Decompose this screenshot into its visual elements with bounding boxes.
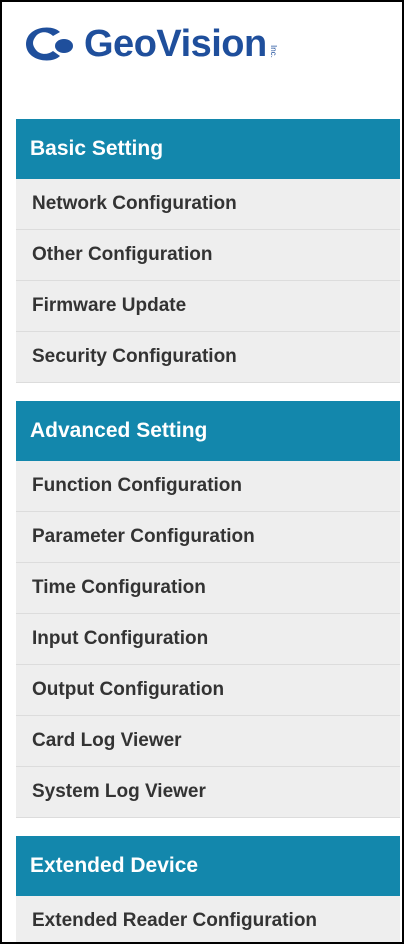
section-header-advanced-setting[interactable]: Advanced Setting	[16, 401, 400, 461]
menu-item-card-log-viewer[interactable]: Card Log Viewer	[16, 716, 400, 767]
geovision-swoosh-icon	[26, 27, 73, 61]
settings-sidebar: GeoVision Inc. Basic Setting Network Con…	[0, 0, 404, 944]
menu-item-function-configuration[interactable]: Function Configuration	[16, 461, 400, 512]
section-spacer	[16, 818, 400, 836]
menu-item-firmware-update[interactable]: Firmware Update	[16, 281, 400, 332]
menu-item-system-log-viewer[interactable]: System Log Viewer	[16, 767, 400, 818]
menu-item-parameter-configuration[interactable]: Parameter Configuration	[16, 512, 400, 563]
section-spacer	[16, 383, 400, 401]
menu-item-time-configuration[interactable]: Time Configuration	[16, 563, 400, 614]
menu-item-input-configuration[interactable]: Input Configuration	[16, 614, 400, 665]
menu-item-extended-reader-configuration[interactable]: Extended Reader Configuration	[16, 896, 400, 942]
section-header-basic-setting[interactable]: Basic Setting	[16, 119, 400, 179]
menu-item-output-configuration[interactable]: Output Configuration	[16, 665, 400, 716]
settings-menu: Basic Setting Network Configuration Othe…	[16, 119, 400, 942]
menu-item-security-configuration[interactable]: Security Configuration	[16, 332, 400, 383]
brand-name: GeoVision	[84, 23, 267, 65]
menu-item-other-configuration[interactable]: Other Configuration	[16, 230, 400, 281]
brand-suffix: Inc.	[268, 44, 278, 58]
brand-logo: GeoVision Inc.	[20, 14, 278, 74]
menu-item-network-configuration[interactable]: Network Configuration	[16, 179, 400, 230]
section-header-extended-device[interactable]: Extended Device	[16, 836, 400, 896]
